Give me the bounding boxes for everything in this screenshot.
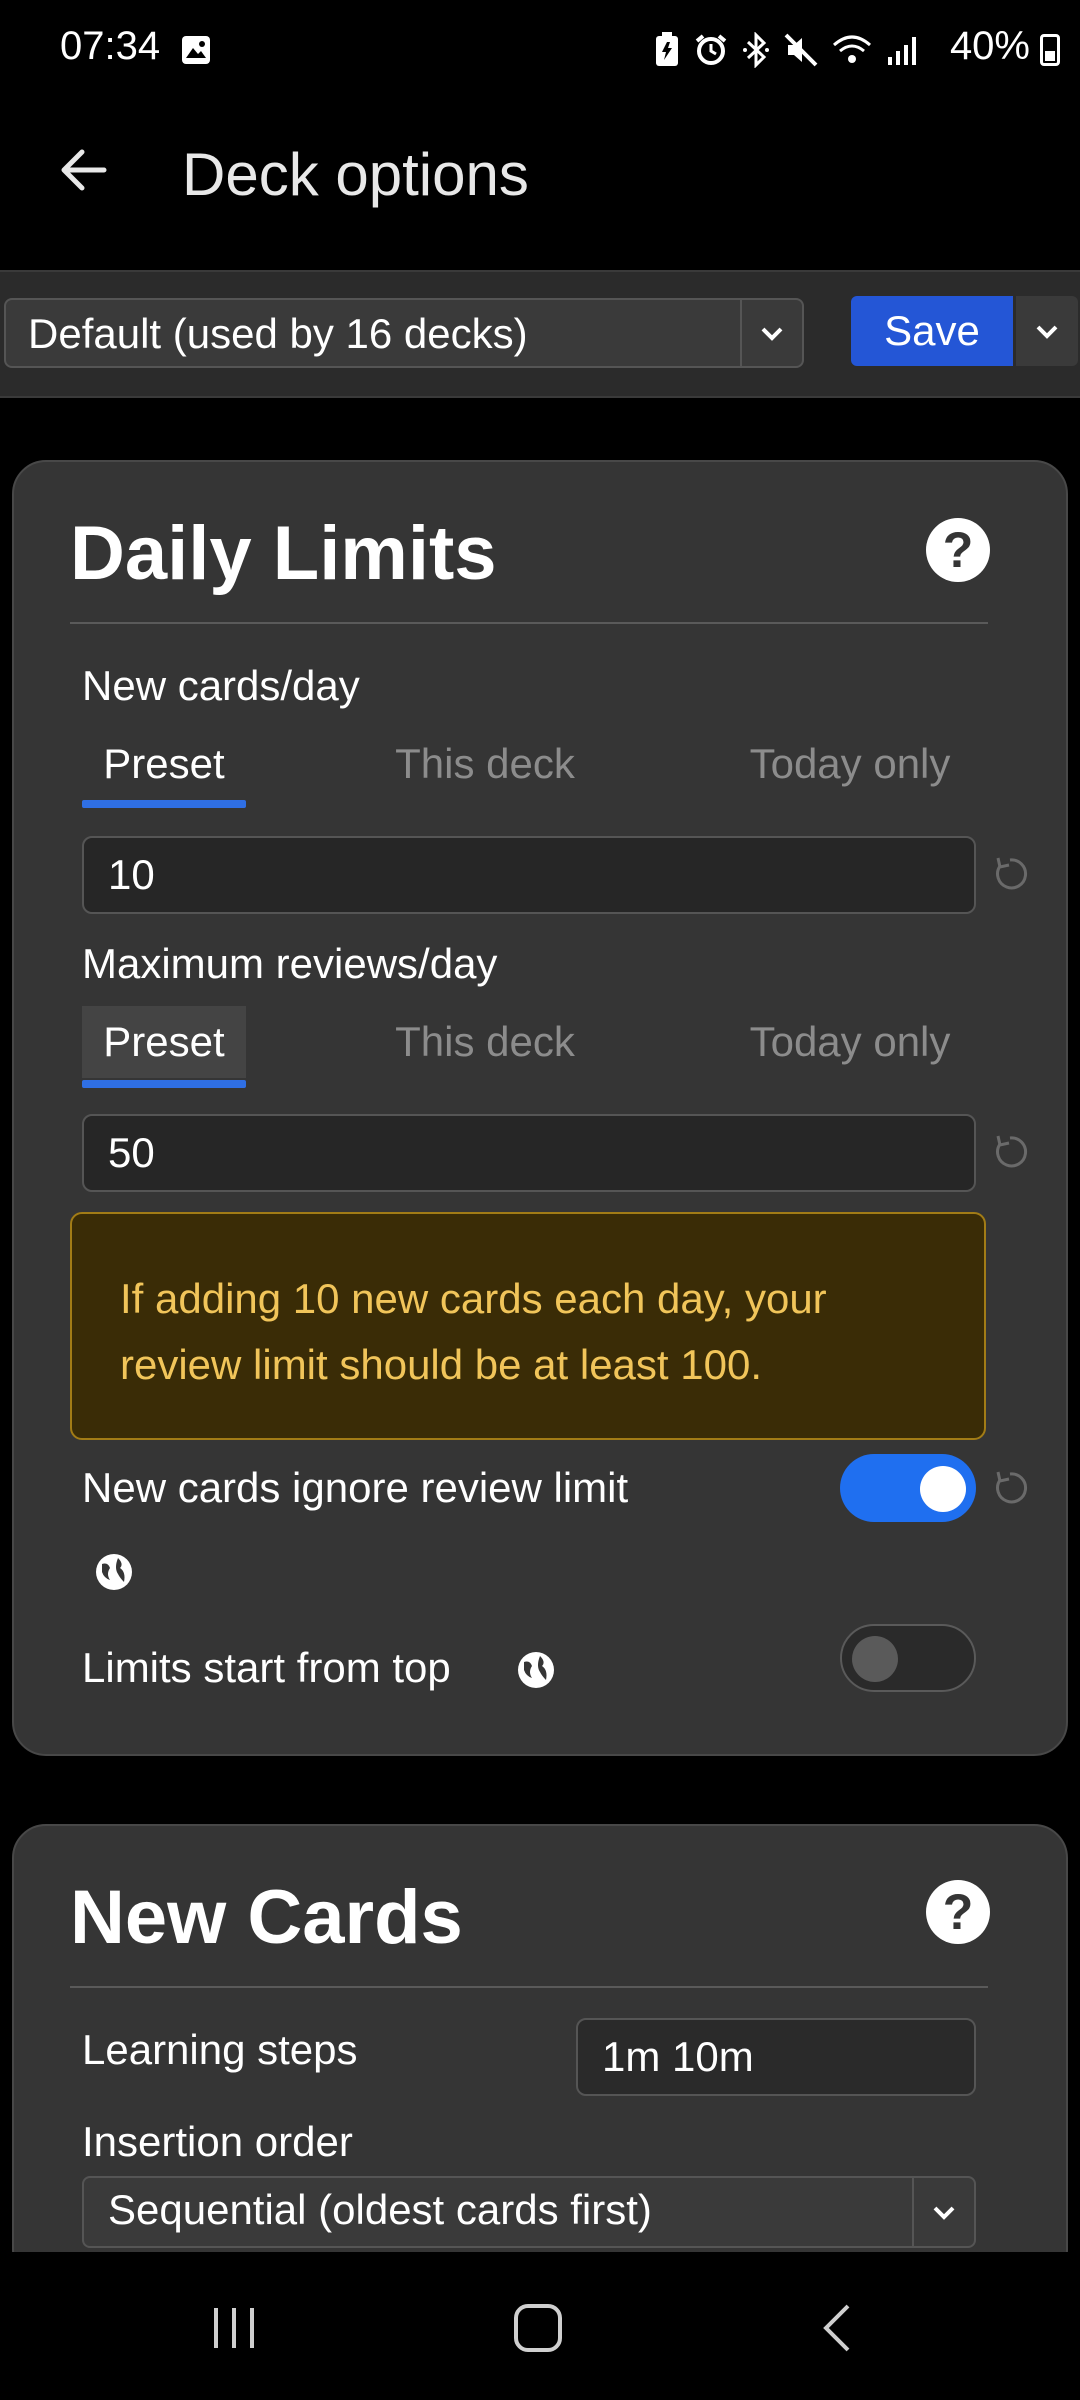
- learning-steps-input[interactable]: 1m 10m: [576, 2018, 976, 2096]
- mute-icon: [784, 33, 818, 67]
- tab-underline: [82, 800, 246, 808]
- help-icon[interactable]: ?: [926, 518, 990, 582]
- recent-apps-icon[interactable]: [204, 2300, 264, 2356]
- learning-steps-label: Learning steps: [82, 2026, 358, 2073]
- status-time: 07:34: [60, 24, 161, 68]
- page-title: Deck options: [182, 141, 529, 208]
- toggle-knob: [920, 1466, 966, 1512]
- tab-underline: [82, 1080, 246, 1088]
- insertion-order-label: Insertion order: [82, 2118, 353, 2165]
- globe-icon: [518, 1652, 554, 1688]
- home-icon[interactable]: [508, 2300, 568, 2356]
- save-button[interactable]: Save: [851, 296, 1013, 366]
- tab-reviews-preset[interactable]: Preset: [82, 1006, 246, 1078]
- reset-icon[interactable]: [990, 1468, 1030, 1508]
- card-divider: [70, 622, 988, 624]
- chevron-down-icon: [1036, 325, 1058, 339]
- new-cards-title: New Cards: [70, 1875, 463, 1960]
- reset-icon[interactable]: [990, 854, 1030, 894]
- insertion-order-chevron[interactable]: [912, 2178, 974, 2246]
- ignore-review-limit-label: New cards ignore review limit: [82, 1464, 629, 1511]
- save-options-button[interactable]: [1016, 296, 1078, 366]
- insertion-order-select[interactable]: Sequential (oldest cards first): [82, 2176, 976, 2248]
- preset-select-chevron[interactable]: [740, 300, 802, 366]
- ignore-review-limit-toggle[interactable]: [840, 1454, 976, 1522]
- review-limit-warning: If adding 10 new cards each day, your re…: [70, 1212, 986, 1440]
- preset-select[interactable]: Default (used by 16 decks): [4, 298, 804, 368]
- insertion-order-value: Sequential (oldest cards first): [108, 2186, 652, 2233]
- daily-limits-title: Daily Limits: [70, 511, 497, 596]
- wifi-icon: [833, 35, 871, 63]
- toggle-knob: [852, 1636, 898, 1682]
- help-icon[interactable]: ?: [926, 1880, 990, 1944]
- tab-new-this-deck[interactable]: This deck: [370, 728, 600, 800]
- status-bar: 07:34 40%: [0, 0, 1080, 100]
- max-reviews-per-day-label: Maximum reviews/day: [82, 940, 498, 987]
- image-icon: [182, 36, 210, 64]
- tab-new-preset[interactable]: Preset: [82, 728, 246, 800]
- chevron-down-icon: [933, 2206, 955, 2220]
- new-cards-per-day-label: New cards/day: [82, 662, 360, 709]
- card-divider: [70, 1986, 988, 1988]
- alarm-icon: [695, 34, 727, 65]
- back-nav-icon[interactable]: [810, 2300, 870, 2356]
- limits-start-from-top-label: Limits start from top: [82, 1644, 451, 1691]
- chevron-down-icon: [761, 327, 783, 341]
- new-cards-per-day-input[interactable]: 10: [82, 836, 976, 914]
- limits-start-from-top-toggle[interactable]: [840, 1624, 976, 1692]
- daily-limits-card: [12, 460, 1068, 1756]
- reset-icon[interactable]: [990, 1132, 1030, 1172]
- tab-reviews-today-only[interactable]: Today only: [730, 1006, 970, 1078]
- status-icons: [654, 30, 920, 70]
- signal-icon: [888, 37, 916, 65]
- globe-icon: [96, 1554, 132, 1590]
- battery-icon: [1040, 34, 1060, 66]
- battery-saver-icon: [656, 32, 678, 66]
- bluetooth-icon: [743, 32, 769, 68]
- preset-select-label: Default (used by 16 decks): [28, 310, 528, 357]
- max-reviews-per-day-input[interactable]: 50: [82, 1114, 976, 1192]
- warning-text: If adding 10 new cards each day, your re…: [120, 1275, 827, 1388]
- tab-new-today-only[interactable]: Today only: [730, 728, 970, 800]
- tab-reviews-this-deck[interactable]: This deck: [370, 1006, 600, 1078]
- app-bar: [0, 100, 1080, 270]
- arrow-left-icon[interactable]: [54, 140, 114, 200]
- battery-percent: 40%: [949, 24, 1030, 68]
